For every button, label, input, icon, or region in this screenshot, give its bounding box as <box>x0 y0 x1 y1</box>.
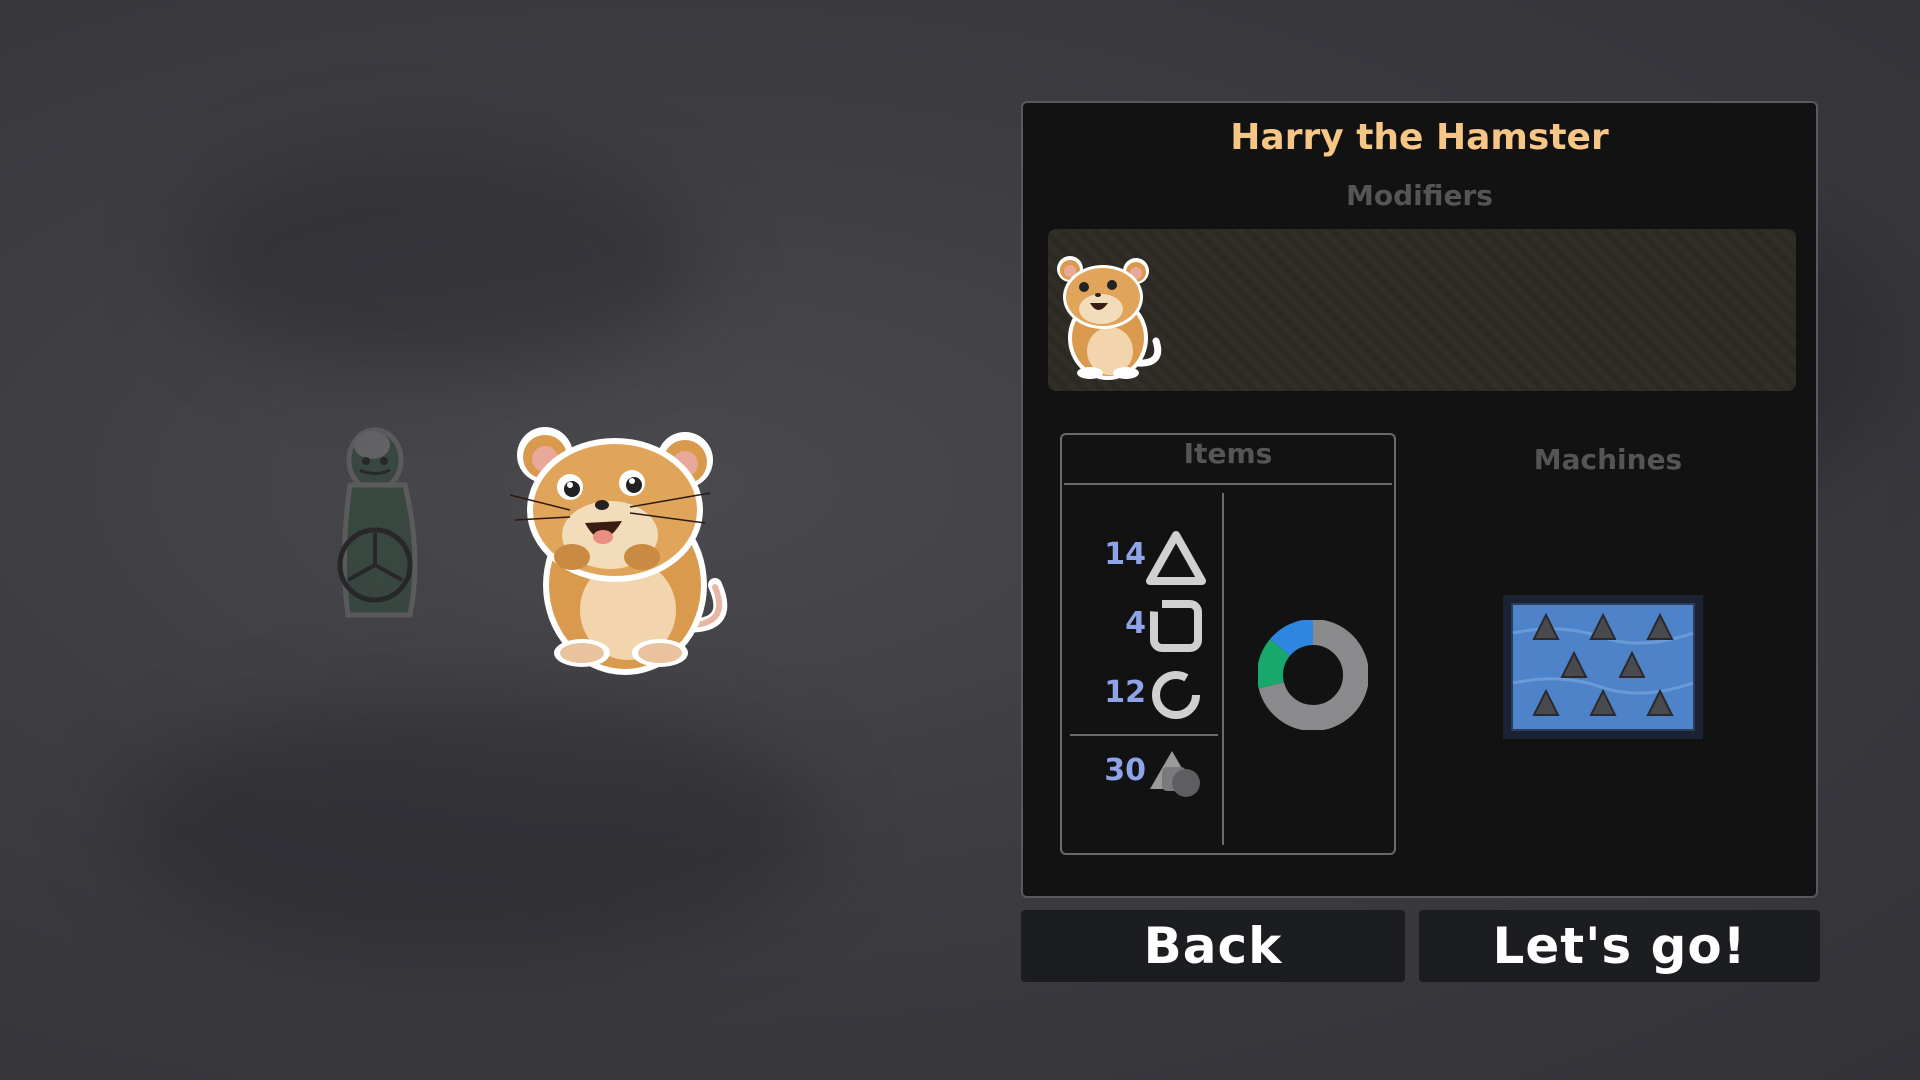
locked-character-icon[interactable] <box>330 415 430 635</box>
triangle-icon <box>1146 531 1206 585</box>
item-row-circle: 12 <box>1062 667 1212 723</box>
items-total-divider <box>1070 734 1218 736</box>
modifiers-box <box>1048 229 1796 391</box>
items-column-divider <box>1222 493 1224 845</box>
item-mix-donut-chart <box>1258 620 1368 730</box>
items-divider <box>1064 483 1392 485</box>
spike-trap-machine-icon[interactable] <box>1501 593 1705 741</box>
item-row-square: 4 <box>1062 598 1212 654</box>
character-info-panel: Harry the Hamster Modifiers Items 14 4 1… <box>1021 101 1818 898</box>
machines-label: Machines <box>1533 443 1683 476</box>
item-count-total: 30 <box>1104 753 1146 788</box>
item-count-circle: 12 <box>1104 675 1146 710</box>
mixed-shapes-icon <box>1150 751 1200 797</box>
items-box: Items 14 4 12 30 <box>1060 433 1396 855</box>
hamster-character[interactable] <box>510 425 740 685</box>
hamster-modifier-icon[interactable] <box>1056 253 1166 383</box>
back-button[interactable]: Back <box>1021 910 1405 982</box>
modifiers-label: Modifiers <box>1346 179 1493 212</box>
item-count-square: 4 <box>1125 606 1146 641</box>
character-name: Harry the Hamster <box>1230 117 1609 158</box>
items-label: Items <box>1183 437 1273 470</box>
character-selection-area <box>330 415 750 675</box>
square-icon <box>1150 600 1202 652</box>
circle-icon <box>1152 671 1200 719</box>
item-count-triangle: 14 <box>1104 537 1146 572</box>
item-row-triangle: 14 <box>1062 529 1212 585</box>
item-row-total: 30 <box>1062 745 1212 801</box>
lets-go-button[interactable]: Let's go! <box>1419 910 1820 982</box>
